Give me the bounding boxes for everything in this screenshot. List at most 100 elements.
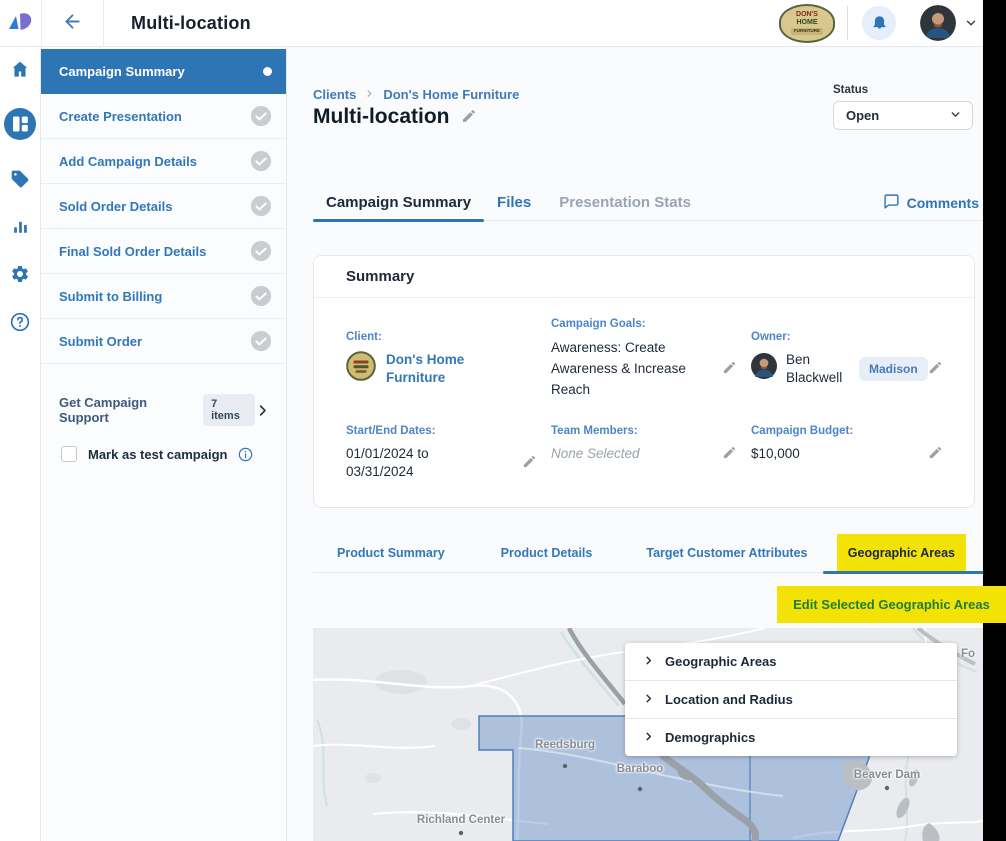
sidebar-item-label: Campaign Summary bbox=[59, 64, 185, 79]
accordion-location-and-radius[interactable]: Location and Radius bbox=[625, 681, 957, 719]
comments-label: Comments bbox=[907, 195, 979, 211]
campaign-goals-value: Awareness: Create Awareness & Increase R… bbox=[551, 338, 693, 401]
client-link[interactable]: Don's Home Furniture bbox=[386, 351, 498, 386]
comments-link[interactable]: Comments bbox=[883, 193, 983, 213]
sidebar-item-submit-to-billing[interactable]: Submit to Billing bbox=[41, 274, 286, 319]
sidebar-item-submit-order[interactable]: Submit Order bbox=[41, 319, 286, 364]
edit-owner-button[interactable] bbox=[928, 360, 943, 378]
breadcrumb-client-link[interactable]: Don's Home Furniture bbox=[383, 87, 519, 102]
app-logo-icon bbox=[8, 10, 34, 37]
budget-label: Campaign Budget: bbox=[751, 425, 957, 437]
campaign-goals-field: Campaign Goals: Awareness: Create Awaren… bbox=[551, 318, 751, 401]
edit-team-button[interactable] bbox=[722, 445, 737, 463]
check-circle-icon bbox=[250, 330, 272, 352]
subtab-geographic-areas-highlighted[interactable]: Geographic Areas bbox=[837, 534, 966, 572]
owner-location-badge: Madison bbox=[859, 357, 928, 381]
edit-goals-button[interactable] bbox=[722, 360, 737, 378]
app-logo[interactable] bbox=[0, 0, 41, 46]
pencil-icon bbox=[722, 445, 737, 463]
gear-icon bbox=[10, 264, 30, 287]
bell-icon bbox=[871, 13, 888, 33]
main-content: Clients Don's Home Furniture Multi-locat… bbox=[287, 47, 983, 841]
chevron-right-icon bbox=[643, 729, 654, 747]
comment-bubble-icon bbox=[883, 193, 900, 213]
owner-name: Ben Blackwell bbox=[786, 351, 850, 386]
sidebar-item-campaign-summary[interactable]: Campaign Summary bbox=[41, 49, 286, 94]
check-circle-icon bbox=[250, 240, 272, 262]
header-divider bbox=[847, 6, 848, 40]
sidebar-item-sold-order-details[interactable]: Sold Order Details bbox=[41, 184, 286, 229]
icon-rail bbox=[0, 47, 41, 841]
edit-title-button[interactable] bbox=[461, 108, 477, 127]
pencil-icon bbox=[461, 108, 477, 127]
sidebar-item-label: Final Sold Order Details bbox=[59, 244, 206, 259]
accordion-label: Geographic Areas bbox=[665, 654, 777, 669]
sidebar-item-add-campaign-details[interactable]: Add Campaign Details bbox=[41, 139, 286, 184]
subtab-product-summary[interactable]: Product Summary bbox=[337, 546, 445, 560]
accordion-label: Location and Radius bbox=[665, 692, 793, 707]
notifications-button[interactable] bbox=[862, 6, 896, 40]
accordion-demographics[interactable]: Demographics bbox=[625, 719, 957, 756]
back-button[interactable] bbox=[42, 0, 103, 46]
page-title-row: Multi-location bbox=[313, 105, 477, 129]
test-campaign-row: Mark as test campaign bbox=[41, 446, 286, 462]
rail-home-button[interactable] bbox=[10, 60, 30, 82]
rail-settings-button[interactable] bbox=[10, 264, 30, 287]
campaign-support-count-badge: 7 items bbox=[203, 394, 255, 426]
active-step-dot bbox=[263, 67, 272, 76]
tab-presentation-stats[interactable]: Presentation Stats bbox=[546, 185, 704, 220]
chevron-right-icon bbox=[364, 87, 375, 102]
help-circle-icon bbox=[10, 312, 30, 335]
campaign-goals-label: Campaign Goals: bbox=[551, 318, 751, 330]
rail-tags-button[interactable] bbox=[10, 169, 30, 192]
window-title: Multi-location bbox=[131, 13, 251, 34]
breadcrumb: Clients Don's Home Furniture bbox=[313, 87, 519, 102]
client-logo-badge: DON'S HOME FURNITURE bbox=[779, 4, 835, 43]
edit-selected-geographic-areas-button[interactable]: Edit Selected Geographic Areas bbox=[777, 586, 1006, 623]
summary-card-title: Summary bbox=[314, 256, 974, 298]
tab-files[interactable]: Files bbox=[484, 185, 544, 220]
user-avatar-image bbox=[920, 5, 956, 41]
chevron-right-icon bbox=[255, 403, 270, 418]
info-circle-icon[interactable] bbox=[238, 447, 253, 462]
client-label: Client: bbox=[346, 331, 551, 343]
check-circle-icon bbox=[250, 150, 272, 172]
accordion-geographic-areas[interactable]: Geographic Areas bbox=[625, 643, 957, 681]
subtab-product-details[interactable]: Product Details bbox=[501, 546, 593, 560]
sidebar-item-create-presentation[interactable]: Create Presentation bbox=[41, 94, 286, 139]
rail-dashboard-button[interactable] bbox=[3, 107, 37, 144]
geographic-areas-map[interactable]: Reedsburg Baraboo Richland Center Beaver… bbox=[313, 628, 983, 841]
subtab-target-customer-attributes[interactable]: Target Customer Attributes bbox=[646, 546, 807, 560]
client-badge-line2: HOME bbox=[797, 19, 818, 27]
team-members-field: Team Members: None Selected bbox=[551, 425, 751, 481]
detail-sub-tabs: Product Summary Product Details Target C… bbox=[313, 533, 983, 573]
campaign-support-row[interactable]: Get Campaign Support 7 items bbox=[41, 392, 286, 428]
active-subtab-underline bbox=[823, 571, 983, 574]
breadcrumb-clients-link[interactable]: Clients bbox=[313, 87, 356, 102]
campaign-support-label: Get Campaign Support bbox=[59, 395, 193, 425]
summary-card-body: Client: Don's Home Furniture Campaign Go… bbox=[314, 298, 974, 481]
edit-budget-button[interactable] bbox=[928, 445, 943, 463]
pencil-icon bbox=[928, 445, 943, 463]
pencil-icon bbox=[522, 454, 537, 472]
tab-campaign-summary[interactable]: Campaign Summary bbox=[313, 185, 484, 220]
check-circle-icon bbox=[250, 195, 272, 217]
map-label-beaver-dam: Beaver Dam bbox=[854, 769, 920, 781]
home-icon bbox=[10, 60, 30, 82]
sidebar-item-final-sold-order-details[interactable]: Final Sold Order Details bbox=[41, 229, 286, 274]
rail-help-button[interactable] bbox=[10, 312, 30, 335]
summary-card: Summary Client: Don's Home Furniture Cam… bbox=[313, 255, 975, 508]
user-menu-chevron-icon[interactable] bbox=[964, 16, 978, 30]
check-circle-icon bbox=[250, 285, 272, 307]
status-block: Status Open bbox=[833, 84, 973, 130]
rail-reports-button[interactable] bbox=[11, 217, 30, 239]
client-logo-small bbox=[346, 351, 376, 386]
dashboard-icon bbox=[3, 107, 37, 144]
page-title: Multi-location bbox=[313, 105, 449, 129]
arrow-left-icon bbox=[62, 11, 83, 35]
edit-dates-button[interactable] bbox=[522, 454, 537, 472]
test-campaign-checkbox[interactable] bbox=[61, 446, 77, 462]
dates-value: 01/01/2024 to 03/31/2024 bbox=[346, 445, 448, 481]
user-avatar[interactable] bbox=[920, 5, 956, 41]
status-select[interactable]: Open bbox=[833, 101, 973, 130]
